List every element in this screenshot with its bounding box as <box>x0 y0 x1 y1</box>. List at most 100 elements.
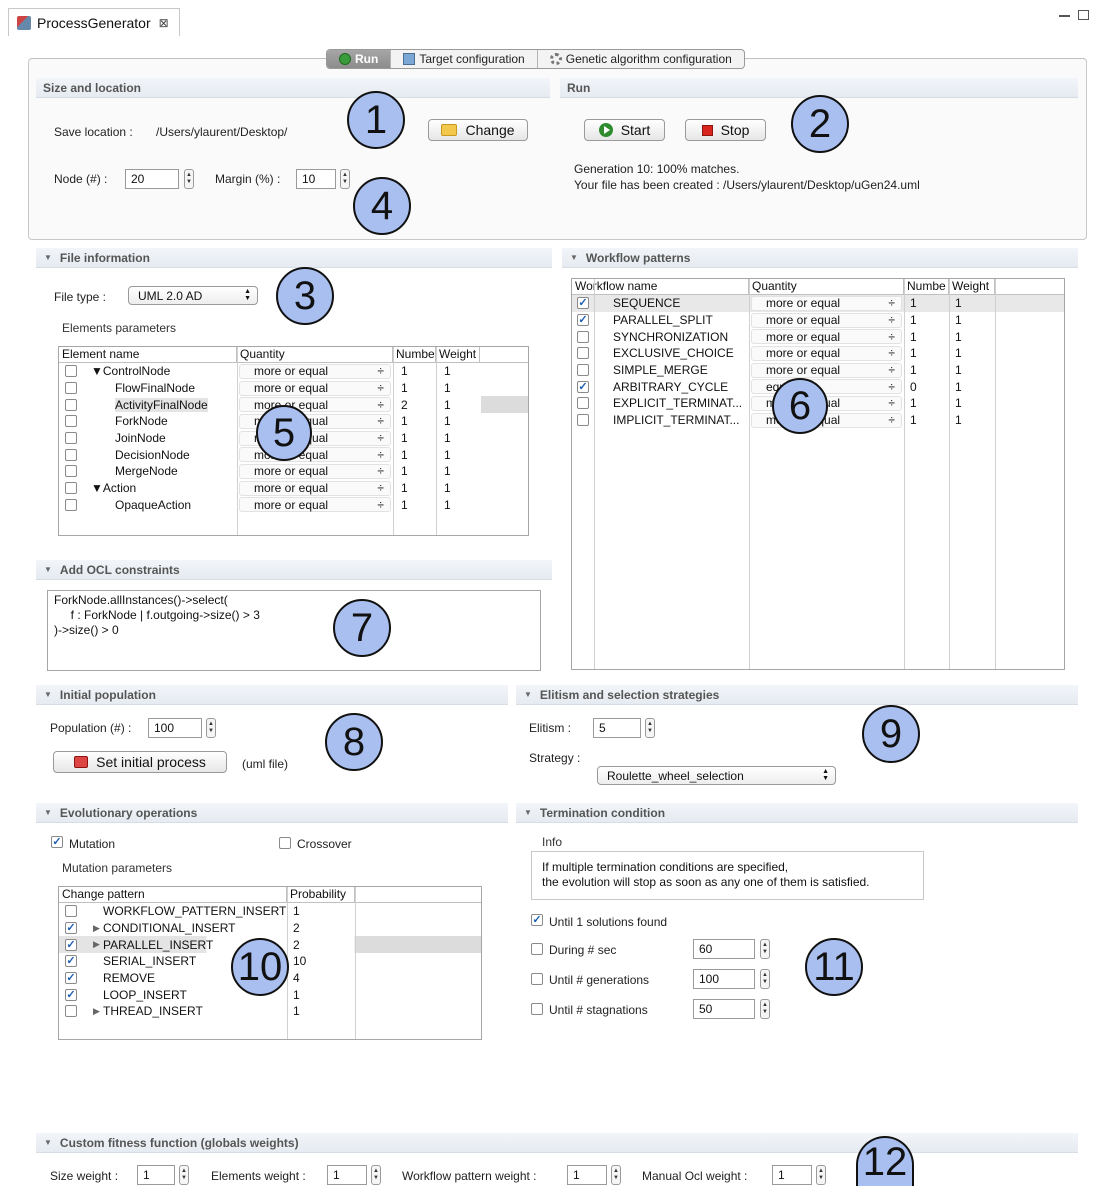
quantity-cell[interactable]: more or equal÷ <box>237 397 393 413</box>
row-checkbox[interactable] <box>65 465 77 478</box>
ocl-weight-input[interactable]: 1 <box>772 1165 812 1185</box>
quantity-select[interactable]: more or equal ÷ <box>239 380 391 396</box>
row-checkbox[interactable] <box>65 415 77 428</box>
probability-cell[interactable]: 1 <box>287 904 355 918</box>
mutation-checkbox[interactable]: ✓ <box>51 836 63 848</box>
column-header[interactable]: Quantity <box>237 347 393 362</box>
quantity-cell[interactable]: more or equal÷ <box>237 380 393 396</box>
table-row[interactable]: ✓ PARALLEL_SPLIT more or equal ÷ 1 1 <box>572 312 1064 329</box>
column-header[interactable]: Numbe <box>393 347 436 362</box>
table-row[interactable]: SIMPLE_MERGE more or equal ÷ 1 1 <box>572 362 1064 379</box>
number-cell[interactable]: 1 <box>393 481 436 495</box>
number-cell[interactable]: 1 <box>393 414 436 428</box>
column-header[interactable]: Weight <box>436 347 480 362</box>
until-solutions-checkbox[interactable]: ✓ <box>531 914 543 926</box>
column-header[interactable]: Change pattern <box>59 887 287 902</box>
quantity-cell[interactable]: more or equal÷ <box>237 447 393 463</box>
quantity-select[interactable]: more or equal ÷ <box>751 329 902 345</box>
fitness-header[interactable]: ▼ Custom fitness function (globals weight… <box>36 1133 1078 1153</box>
quantity-select[interactable]: more or equal ÷ <box>751 362 902 378</box>
number-cell[interactable]: 1 <box>393 498 436 512</box>
weight-cell[interactable]: 1 <box>949 413 995 427</box>
row-checkbox[interactable]: ✓ <box>65 955 77 968</box>
probability-cell[interactable]: 10 <box>287 954 355 968</box>
row-checkbox[interactable] <box>65 382 77 395</box>
until-generations-stepper[interactable]: ▲ ▼ <box>760 969 770 989</box>
number-cell[interactable]: 1 <box>904 363 949 377</box>
start-button[interactable]: Start <box>584 119 665 141</box>
weight-cell[interactable]: 1 <box>436 448 480 462</box>
table-row[interactable]: SYNCHRONIZATION more or equal ÷ 1 1 <box>572 328 1064 345</box>
row-checkbox[interactable] <box>65 432 77 445</box>
quantity-cell[interactable]: more or equal÷ <box>237 363 393 379</box>
population-input[interactable]: 100 <box>148 718 202 738</box>
row-checkbox[interactable]: ✓ <box>577 380 589 393</box>
until-generations-input[interactable]: 100 <box>693 969 755 989</box>
during-sec-stepper[interactable]: ▲ ▼ <box>760 939 770 959</box>
quantity-cell[interactable]: more or equal÷ <box>749 345 904 361</box>
number-cell[interactable]: 1 <box>393 431 436 445</box>
row-checkbox[interactable] <box>65 905 77 918</box>
column-header[interactable]: Quantity <box>749 279 904 294</box>
column-header[interactable]: Workflow name <box>572 279 749 294</box>
during-sec-checkbox[interactable] <box>531 943 543 955</box>
column-header[interactable]: Numbe <box>904 279 949 294</box>
weight-cell[interactable]: 1 <box>949 380 995 394</box>
row-checkbox[interactable]: ✓ <box>65 922 77 935</box>
row-checkbox[interactable] <box>577 347 589 360</box>
row-checkbox[interactable]: ✓ <box>577 314 589 327</box>
probability-cell[interactable]: 1 <box>287 1004 355 1018</box>
row-checkbox[interactable]: ✓ <box>65 972 77 985</box>
weight-cell[interactable]: 1 <box>436 414 480 428</box>
termination-header[interactable]: ▼ Termination condition <box>516 803 1078 823</box>
population-stepper[interactable]: ▲ ▼ <box>206 718 216 738</box>
expand-icon[interactable]: ▶ <box>93 923 103 934</box>
evolutionary-operations-header[interactable]: ▼ Evolutionary operations <box>36 803 508 823</box>
weight-cell[interactable]: 1 <box>436 398 480 412</box>
row-checkbox[interactable] <box>577 397 589 410</box>
quantity-select[interactable]: more or equal ÷ <box>239 463 391 479</box>
column-header[interactable]: Weight <box>949 279 995 294</box>
weight-cell[interactable]: 1 <box>436 464 480 478</box>
column-header[interactable]: Element name <box>59 347 237 362</box>
file-type-select[interactable]: UML 2.0 AD ▲ ▼ <box>128 286 258 305</box>
number-cell[interactable]: 0 <box>904 380 949 394</box>
number-cell[interactable]: 1 <box>904 313 949 327</box>
row-checkbox[interactable] <box>65 398 77 411</box>
weight-cell[interactable]: 1 <box>436 364 480 378</box>
quantity-cell[interactable]: more or equal÷ <box>237 463 393 479</box>
table-row[interactable]: ▶ THREAD_INSERT 1 <box>59 1003 481 1020</box>
until-stagnations-checkbox[interactable] <box>531 1003 543 1015</box>
during-sec-input[interactable]: 60 <box>693 939 755 959</box>
size-weight-input[interactable]: 1 <box>137 1165 175 1185</box>
number-cell[interactable]: 2 <box>393 398 436 412</box>
elitism-header[interactable]: ▼ Elitism and selection strategies <box>516 685 1078 705</box>
table-row[interactable]: OpaqueAction more or equal ÷ 1 1 <box>59 497 528 514</box>
number-cell[interactable]: 1 <box>393 364 436 378</box>
quantity-select[interactable]: more or equal ÷ <box>239 363 391 379</box>
weight-cell[interactable]: 1 <box>436 431 480 445</box>
elements-weight-input[interactable]: 1 <box>327 1165 367 1185</box>
size-weight-stepper[interactable]: ▲ ▼ <box>179 1165 189 1185</box>
set-initial-process-button[interactable]: Set initial process <box>53 751 227 773</box>
row-checkbox[interactable]: ✓ <box>65 988 77 1001</box>
until-stagnations-stepper[interactable]: ▲ ▼ <box>760 999 770 1019</box>
row-checkbox[interactable] <box>65 448 77 461</box>
editor-tab[interactable]: ProcessGenerator ⊠ <box>8 8 180 36</box>
elitism-input[interactable]: 5 <box>593 718 641 738</box>
row-checkbox[interactable] <box>65 1005 77 1018</box>
weight-cell[interactable]: 1 <box>949 330 995 344</box>
table-row[interactable]: MergeNode more or equal ÷ 1 1 <box>59 463 528 480</box>
initial-population-header[interactable]: ▼ Initial population <box>36 685 508 705</box>
quantity-cell[interactable]: more or equal÷ <box>749 362 904 378</box>
row-checkbox[interactable] <box>65 498 77 511</box>
table-row[interactable]: EXCLUSIVE_CHOICE more or equal ÷ 1 1 <box>572 345 1064 362</box>
table-row[interactable]: ✓ ▶ CONDITIONAL_INSERT 2 <box>59 920 481 937</box>
elitism-stepper[interactable]: ▲ ▼ <box>645 718 655 738</box>
probability-cell[interactable]: 2 <box>287 938 355 952</box>
row-checkbox[interactable]: ✓ <box>577 297 589 310</box>
row-checkbox[interactable]: ✓ <box>65 938 77 951</box>
table-row[interactable]: ▼Action more or equal ÷ 1 1 <box>59 480 528 497</box>
workflow-weight-input[interactable]: 1 <box>567 1165 607 1185</box>
quantity-select[interactable]: more or equal ÷ <box>751 312 902 328</box>
